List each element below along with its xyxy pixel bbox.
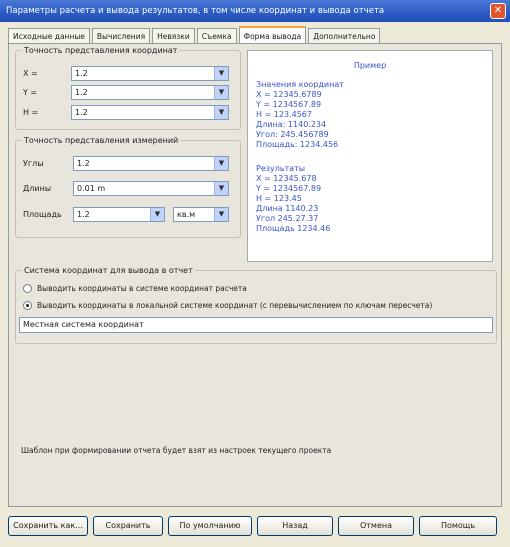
help-button[interactable]: Помощь: [419, 516, 497, 536]
preview-line: Длина: 1140.234: [256, 120, 327, 129]
window-titlebar: Параметры расчета и вывода результатов, …: [0, 0, 510, 22]
tab-panel: Точность представления координат X = 1.2…: [8, 43, 502, 507]
coordinate-system-field[interactable]: Местная система координат: [19, 317, 493, 333]
precision-h-value: 1.2: [75, 108, 88, 117]
preview-line: Y = 1234567.89: [256, 100, 322, 109]
preview-line: Y = 1234567.89: [256, 184, 322, 193]
precision-label-h: H =: [23, 108, 39, 117]
radio-local-system[interactable]: Выводить координаты в локальной системе …: [23, 301, 432, 310]
close-icon[interactable]: ✕: [490, 3, 506, 19]
preview-line: Угол: 245.456789: [256, 130, 329, 139]
precision-label-y: Y =: [23, 88, 38, 97]
area-unit-value: кв.м: [177, 210, 196, 219]
lengths-label: Длины: [23, 184, 52, 193]
precision-x-select[interactable]: 1.2 ▼: [71, 66, 229, 81]
angles-select[interactable]: 1.2 ▼: [73, 156, 229, 171]
tab-survey[interactable]: Съемка: [196, 28, 237, 43]
preview-line: X = 12345.6789: [256, 90, 322, 99]
tab-additional[interactable]: Дополнительно: [308, 28, 381, 43]
precision-row-y: Y = 1.2 ▼: [23, 85, 229, 100]
button-bar: Сохранить как... Сохранить По умолчанию …: [8, 516, 497, 536]
radio-circle[interactable]: [23, 284, 32, 293]
chevron-down-icon[interactable]: ▼: [214, 67, 228, 80]
angles-label: Углы: [23, 159, 44, 168]
lengths-value: 0.01 m: [77, 184, 106, 193]
save-button[interactable]: Сохранить: [93, 516, 163, 536]
precision-y-select[interactable]: 1.2 ▼: [71, 85, 229, 100]
report-note: Шаблон при формировании отчета будет взя…: [21, 446, 332, 455]
angles-row-area: Площадь 1.2 ▼ кв.м ▼: [23, 207, 229, 222]
preview-line: Значения координат: [256, 80, 344, 89]
preview-line: Результаты: [256, 164, 306, 173]
chevron-down-icon[interactable]: ▼: [214, 86, 228, 99]
tab-output-format[interactable]: Форма вывода: [238, 26, 307, 43]
chevron-down-icon[interactable]: ▼: [214, 106, 228, 119]
angles-row-angles: Углы 1.2 ▼: [23, 156, 229, 171]
lengths-select[interactable]: 0.01 m ▼: [73, 181, 229, 196]
precision-y-value: 1.2: [75, 88, 88, 97]
precision-x-value: 1.2: [75, 69, 88, 78]
area-unit-select[interactable]: кв.м ▼: [173, 207, 229, 222]
radio-local-system-label: Выводить координаты в локальной системе …: [37, 301, 433, 310]
preview-line: H = 123.4567: [256, 110, 312, 119]
chevron-down-icon[interactable]: ▼: [214, 208, 228, 221]
angles-legend: Точность представления измерений: [24, 136, 179, 145]
preview-line: Угол 245.27.37: [256, 214, 319, 223]
window-title: Параметры расчета и вывода результатов, …: [6, 6, 385, 16]
precision-label-x: X =: [23, 69, 38, 78]
radio-calc-system-label: Выводить координаты в системе координат …: [37, 284, 247, 293]
tab-bar: Исходные данные Вычисления Невязки Съемк…: [8, 26, 382, 44]
save-as-button[interactable]: Сохранить как...: [8, 516, 88, 536]
radio-calc-system[interactable]: Выводить координаты в системе координат …: [23, 284, 247, 293]
precision-legend: Точность представления координат: [24, 46, 178, 55]
area-value: 1.2: [77, 210, 90, 219]
precision-row-h: H = 1.2 ▼: [23, 105, 229, 120]
preview-header: Пример: [353, 61, 387, 70]
cancel-button[interactable]: Отмена: [338, 516, 414, 536]
chevron-down-icon[interactable]: ▼: [214, 182, 228, 195]
precision-h-select[interactable]: 1.2 ▼: [71, 105, 229, 120]
report-legend: Система координат для вывода в отчет: [24, 266, 193, 275]
tab-source-data[interactable]: Исходные данные: [8, 28, 90, 43]
preview-line: X = 12345.678: [256, 174, 317, 183]
preview-line: Площадь: 1234.456: [256, 140, 339, 149]
precision-row-x: X = 1.2 ▼: [23, 66, 229, 81]
tab-calculations[interactable]: Вычисления: [91, 28, 151, 43]
chevron-down-icon[interactable]: ▼: [214, 157, 228, 170]
chevron-down-icon[interactable]: ▼: [150, 208, 164, 221]
angles-row-lengths: Длины 0.01 m ▼: [23, 181, 229, 196]
preview-line: H = 123.45: [256, 194, 302, 203]
area-select[interactable]: 1.2 ▼: [73, 207, 165, 222]
format-preview: Пример Значения координат X = 12345.6789…: [247, 50, 493, 262]
angles-value: 1.2: [77, 159, 90, 168]
back-button[interactable]: Назад: [257, 516, 333, 536]
area-label: Площадь: [23, 210, 62, 219]
preview-line: Площадь 1234.46: [256, 224, 331, 233]
default-button[interactable]: По умолчанию: [168, 516, 252, 536]
tab-misclosures[interactable]: Невязки: [152, 28, 195, 43]
preview-line: Длина 1140.23: [256, 204, 319, 213]
radio-circle-selected[interactable]: [23, 301, 32, 310]
